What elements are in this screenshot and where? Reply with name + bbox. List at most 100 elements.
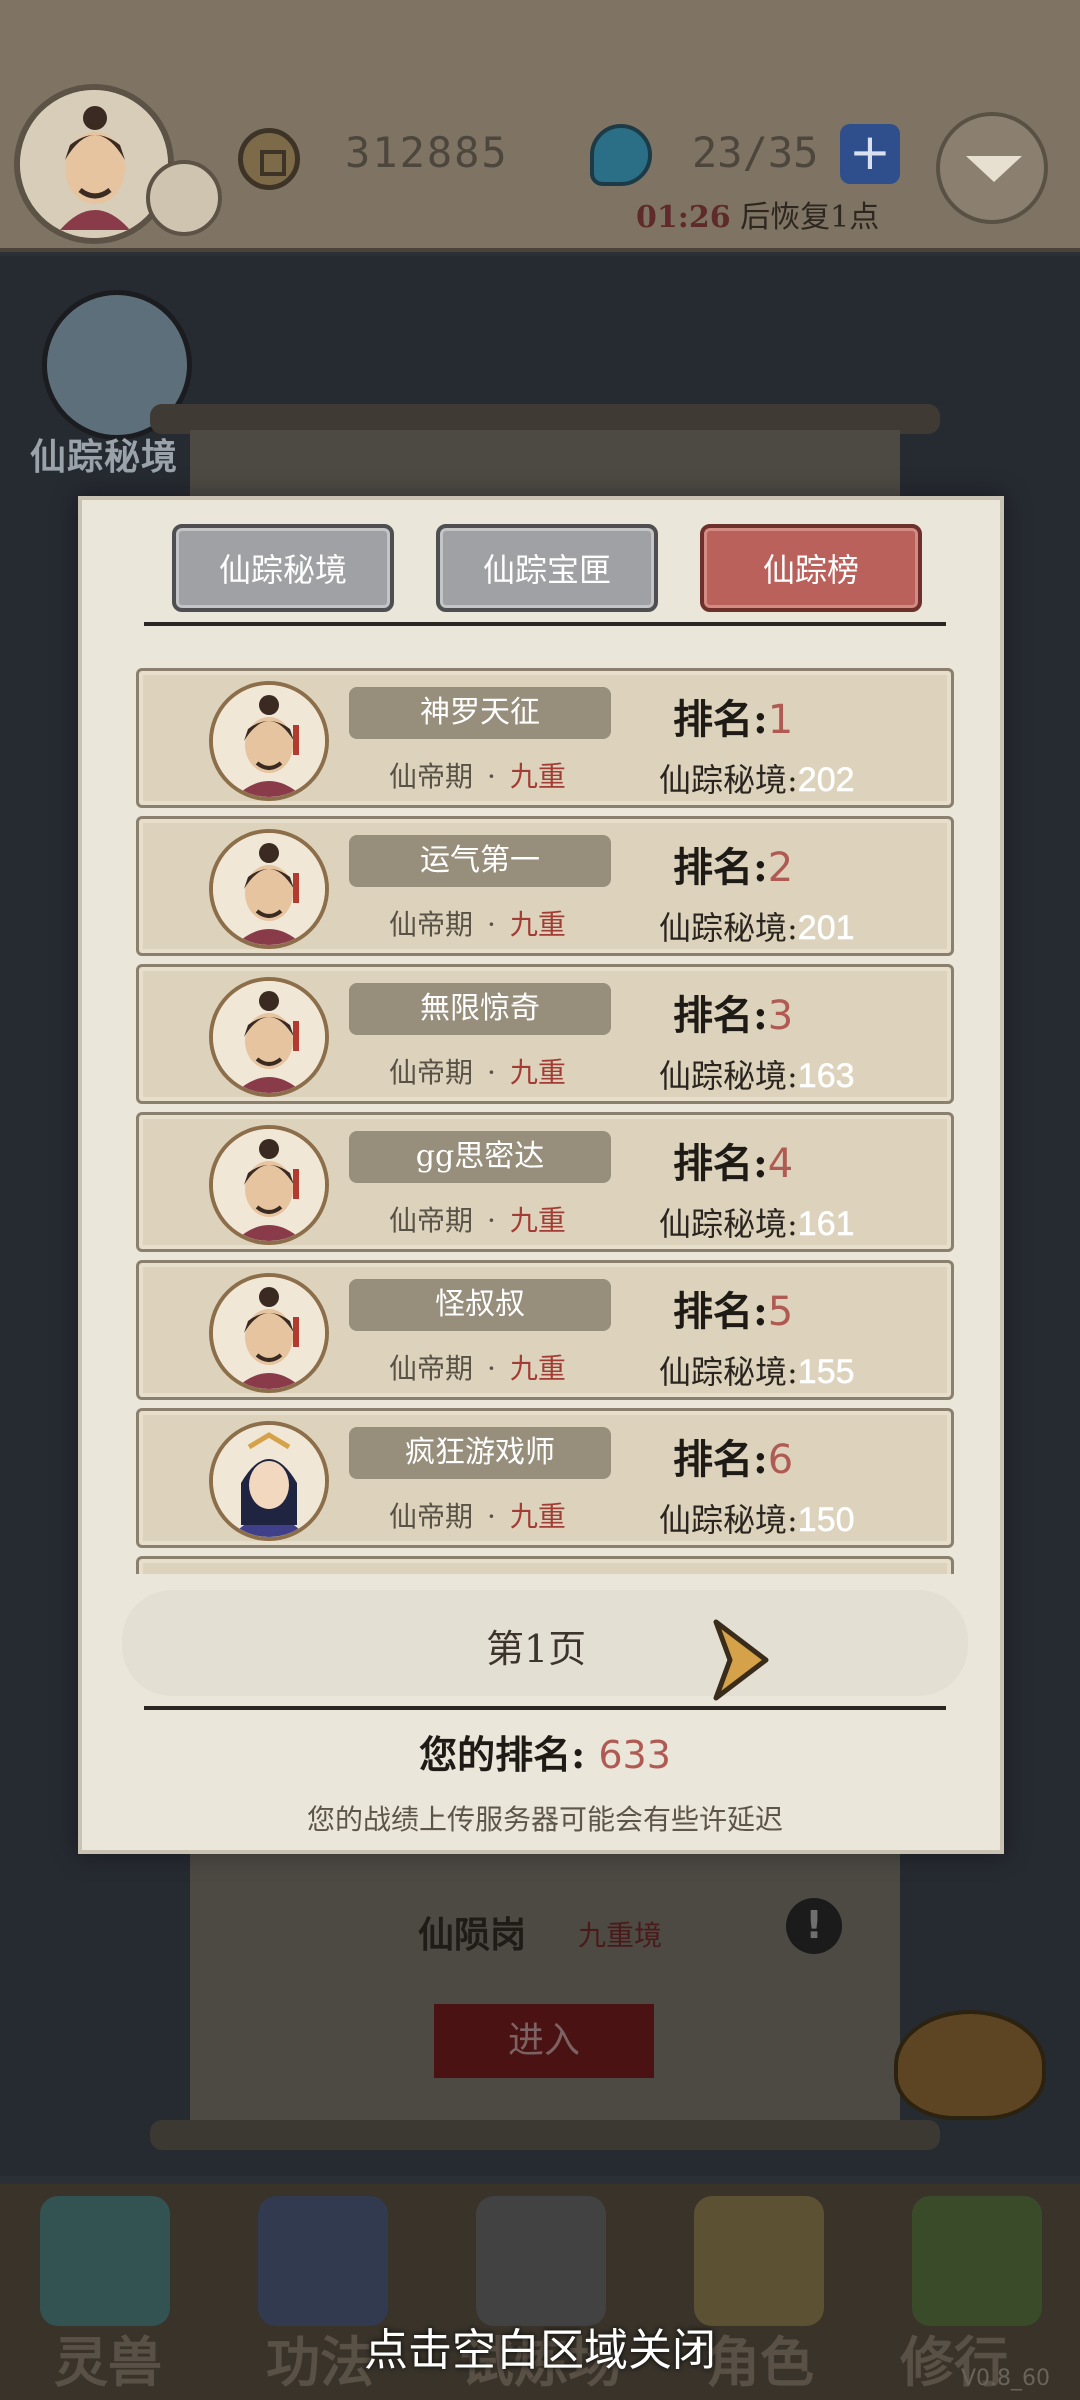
rank-number: 4 [767, 1141, 794, 1187]
rank-label: 排名: [673, 1288, 768, 1335]
ranking-list[interactable]: 神罗天征 仙帝期 · 九重 排名:1 仙踪秘境:202 运气第一 仙帝期 · 九重 排名:2 仙踪秘境… [136, 668, 954, 1574]
rank-number: 3 [767, 993, 794, 1039]
character-hat-icon [694, 2196, 824, 2326]
score-label: 仙踪秘境: [659, 1353, 798, 1391]
level-name: 仙陨岗 [418, 1914, 527, 1956]
score-display: 仙踪秘境:163 [659, 1051, 855, 1097]
score-display: 仙踪秘境:161 [659, 1199, 855, 1245]
rank-display: 排名:1 [673, 687, 793, 745]
divider [144, 622, 946, 626]
leaderboard-row[interactable]: 疯狂游戏师 仙帝期 · 九重 排名:6 仙踪秘境:150 [136, 1408, 954, 1548]
rank-label: 排名: [673, 1140, 768, 1187]
player-name: 神罗天征 [349, 687, 611, 739]
leaderboard-row-partial[interactable] [136, 1556, 954, 1574]
realm-dot: · [487, 1500, 496, 1533]
rank-display: 排名:5 [673, 1279, 793, 1337]
realm-grade: 九重 [509, 1204, 566, 1237]
rank-display: 排名:6 [673, 1427, 793, 1485]
realm-name: 仙帝期 [389, 1056, 474, 1089]
my-rank-label: 您的排名: [419, 1732, 586, 1777]
player-avatar-icon [209, 829, 329, 949]
rank-number: 2 [767, 845, 794, 891]
realm-grade: 九重 [509, 1352, 566, 1385]
scroll-bottom-rod [150, 2120, 940, 2150]
top-bar: 312885 23/35 + 01:26 后恢复1点 [0, 0, 1080, 252]
score-display: 仙踪秘境:201 [659, 903, 855, 949]
next-page-icon[interactable] [710, 1618, 770, 1702]
rank-number: 5 [767, 1289, 794, 1335]
score-number: 155 [797, 1353, 855, 1392]
leaderboard-row[interactable]: gg思密达仙帝期 · 九重 排名:4 仙踪秘境:161 [136, 1112, 954, 1252]
leaderboard-row[interactable]: 运气第一 仙帝期 · 九重 排名:2 仙踪秘境:201 [136, 816, 954, 956]
leaderboard-row[interactable]: 神罗天征 仙帝期 · 九重 排名:1 仙踪秘境:202 [136, 668, 954, 808]
companion-avatar[interactable] [146, 160, 222, 236]
dropdown-menu-button[interactable] [936, 112, 1048, 224]
player-name: gg思密达 [349, 1131, 611, 1183]
rank-number: 6 [767, 1437, 794, 1483]
close-hint[interactable]: 点击空白区域关闭 [0, 2314, 1080, 2378]
tab-bar: 仙踪秘境 仙踪宝匣 仙踪榜 [172, 524, 922, 618]
score-display: 仙踪秘境:202 [659, 755, 855, 801]
player-name: 疯狂游戏师 [349, 1427, 611, 1479]
realm-dot: · [487, 1056, 496, 1089]
score-label: 仙踪秘境: [659, 1501, 798, 1539]
realm-grade: 九重 [509, 1056, 566, 1089]
rank-label: 排名: [673, 696, 768, 743]
player-avatar[interactable] [14, 84, 174, 244]
info-icon[interactable]: ! [786, 1898, 842, 1954]
score-number: 163 [797, 1057, 855, 1096]
cultivation-realm: 仙帝期 · 九重 [389, 903, 566, 943]
leaderboard-row[interactable]: 無限惊奇 仙帝期 · 九重 排名:3 仙踪秘境:163 [136, 964, 954, 1104]
player-avatar-icon [209, 1125, 329, 1245]
page-label: 第1页 [486, 1627, 587, 1671]
realm-dot: · [487, 760, 496, 793]
tab-treasure-box[interactable]: 仙踪宝匣 [436, 524, 658, 612]
enter-button[interactable]: 进入 [434, 2004, 654, 2078]
divider [144, 1706, 946, 1710]
recovery-timer: 01:26 后恢复1点 [636, 192, 879, 236]
add-stamina-button[interactable]: + [840, 124, 900, 184]
score-label: 仙踪秘境: [659, 761, 798, 799]
player-avatar-icon [209, 1421, 329, 1541]
trial-mountain-icon [476, 2196, 606, 2326]
leaderboard-row[interactable]: 怪叔叔仙帝期 · 九重 排名:5 仙踪秘境:155 [136, 1260, 954, 1400]
recovery-time: 01:26 [636, 200, 731, 235]
player-avatar-icon [209, 681, 329, 801]
recovery-text: 后恢复1点 [740, 200, 880, 235]
coin-amount: 312885 [345, 128, 509, 177]
score-number: 202 [797, 761, 855, 800]
realm-name: 仙帝期 [389, 1500, 474, 1533]
technique-book-icon [258, 2196, 388, 2326]
score-label: 仙踪秘境: [659, 1205, 798, 1243]
secret-realm-label: 仙踪秘境 [30, 436, 179, 478]
rank-display: 排名:2 [673, 835, 793, 893]
rank-display: 排名:4 [673, 1131, 793, 1189]
level-difficulty: 九重境 [578, 1919, 663, 1952]
realm-dot: · [487, 1352, 496, 1385]
rank-label: 排名: [673, 844, 768, 891]
realm-dot: · [487, 1204, 496, 1237]
realm-grade: 九重 [509, 760, 566, 793]
stamina-icon [590, 124, 652, 186]
tab-leaderboard[interactable]: 仙踪榜 [700, 524, 922, 612]
score-number: 161 [797, 1205, 855, 1244]
rank-label: 排名: [673, 992, 768, 1039]
score-label: 仙踪秘境: [659, 909, 798, 947]
leaderboard-modal: 仙踪秘境 仙踪宝匣 仙踪榜 神罗天征 仙帝期 · 九重 排名:1 仙踪秘境:202 运气第一… [78, 496, 1004, 1854]
realm-name: 仙帝期 [389, 1204, 474, 1237]
realm-dot: · [487, 908, 496, 941]
cauldron-icon[interactable] [894, 2010, 1046, 2120]
cultivation-realm: 仙帝期 · 九重 [389, 755, 566, 795]
cultivation-gourd-icon [912, 2196, 1042, 2326]
cultivation-realm: 仙帝期 · 九重 [389, 1051, 566, 1091]
player-name: 怪叔叔 [349, 1279, 611, 1331]
realm-name: 仙帝期 [389, 1352, 474, 1385]
spirit-beast-art-icon [40, 2196, 170, 2326]
score-label: 仙踪秘境: [659, 1057, 798, 1095]
tab-secret-realm[interactable]: 仙踪秘境 [172, 524, 394, 612]
score-number: 150 [797, 1501, 855, 1540]
coin-icon [238, 128, 300, 190]
my-rank: 您的排名: 633 [82, 1724, 1008, 1779]
score-display: 仙踪秘境:155 [659, 1347, 855, 1393]
rank-display: 排名:3 [673, 983, 793, 1041]
